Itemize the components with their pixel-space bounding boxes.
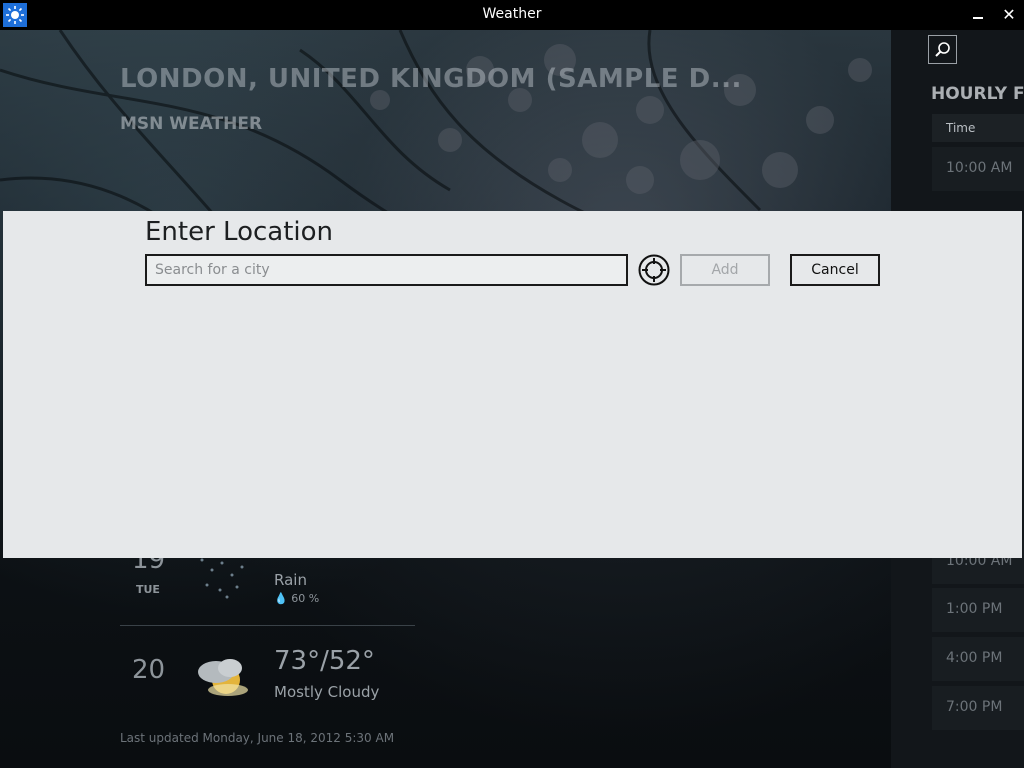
raindrop-icon: 💧 — [274, 592, 288, 605]
forecast-day-number: 20 — [132, 655, 166, 685]
dialog-title: Enter Location — [145, 217, 334, 247]
hourly-row[interactable]: 10:00 AM — [932, 147, 1024, 191]
hourly-table-header: Time — [932, 114, 1024, 142]
window-title: Weather — [482, 6, 542, 22]
time-column-header: Time — [946, 121, 976, 135]
add-button[interactable]: Add — [680, 254, 770, 286]
hourly-time: 4:00 PM — [946, 650, 1003, 666]
current-location-button[interactable] — [638, 254, 670, 286]
hourly-row[interactable]: 4:00 PM — [932, 637, 1024, 681]
cancel-button[interactable]: Cancel — [790, 254, 880, 286]
forecast-temperature: 73°/52° — [274, 646, 375, 676]
close-button[interactable]: ✕ — [998, 3, 1020, 27]
hourly-row[interactable]: 7:00 PM — [932, 686, 1024, 730]
city-title: LONDON, UNITED KINGDOM (SAMPLE D... — [120, 64, 742, 94]
precip-value: 60 % — [291, 592, 320, 605]
forecast-condition: Rain — [274, 571, 307, 589]
partly-cloudy-icon — [190, 650, 254, 704]
hourly-time: 1:00 PM — [946, 601, 1003, 617]
hourly-forecast-title: HOURLY FO — [931, 84, 1024, 104]
provider-label: MSN WEATHER — [120, 114, 263, 134]
city-search-input[interactable] — [145, 254, 628, 286]
enter-location-dialog: Enter Location Add Cancel — [3, 211, 1022, 558]
minimize-icon — [973, 17, 983, 19]
minimize-button[interactable] — [968, 3, 988, 27]
hourly-time: 7:00 PM — [946, 699, 1003, 715]
hourly-row[interactable]: 1:00 PM — [932, 588, 1024, 632]
search-button[interactable] — [928, 35, 957, 64]
forecast-condition: Mostly Cloudy — [274, 683, 380, 701]
forecast-divider — [120, 625, 415, 626]
crosshair-icon — [638, 254, 670, 286]
forecast-precip: 💧 60 % — [274, 592, 319, 605]
title-bar: Weather ✕ — [0, 0, 1024, 30]
hourly-time: 10:00 AM — [946, 160, 1013, 176]
search-icon — [934, 41, 950, 57]
forecast-day-of-week: TUE — [136, 583, 160, 596]
last-updated-text: Last updated Monday, June 18, 2012 5:30 … — [120, 731, 395, 745]
